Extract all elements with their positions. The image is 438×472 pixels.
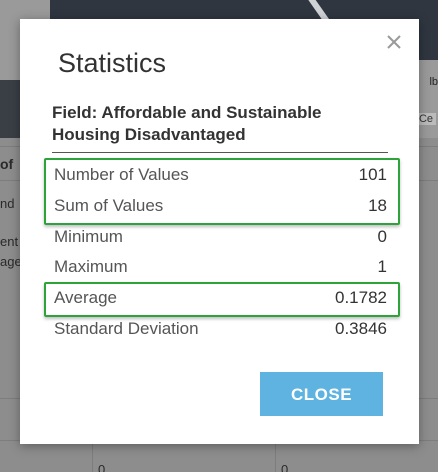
bg-fragment-3: ent — [0, 234, 19, 249]
stat-value: 0 — [377, 227, 387, 246]
stat-name: Minimum — [54, 227, 123, 246]
bg-cell-zero-left: 0 — [98, 462, 106, 472]
bg-cell-zero-right: 0 — [281, 462, 289, 472]
map-label-top: lb — [429, 76, 438, 88]
stat-row-standard-deviation: Standard Deviation 0.3846 — [54, 314, 387, 344]
field-label: Field: Affordable and Sustainable Housin… — [52, 103, 322, 144]
close-icon[interactable] — [386, 34, 402, 50]
close-button[interactable]: CLOSE — [260, 372, 383, 416]
dialog-title: Statistics — [58, 48, 167, 78]
highlight-box-counts — [44, 158, 400, 225]
stat-name: Standard Deviation — [54, 319, 199, 338]
bg-fragment-2: nd — [0, 196, 15, 211]
highlight-box-average — [44, 282, 400, 317]
screen: lb Ce of nd ent age 0 0 Statistics Field… — [0, 0, 438, 472]
divider — [52, 152, 388, 153]
stat-name: Maximum — [54, 257, 128, 276]
stat-row-maximum: Maximum 1 — [54, 252, 387, 282]
stat-row-minimum: Minimum 0 — [54, 222, 387, 252]
bg-fragment-1: of — [0, 156, 14, 172]
bg-fragment-4: age — [0, 254, 22, 269]
statistics-dialog: Statistics Field: Affordable and Sustain… — [20, 19, 419, 444]
stat-value: 0.3846 — [335, 319, 387, 338]
stat-value: 1 — [377, 257, 387, 276]
